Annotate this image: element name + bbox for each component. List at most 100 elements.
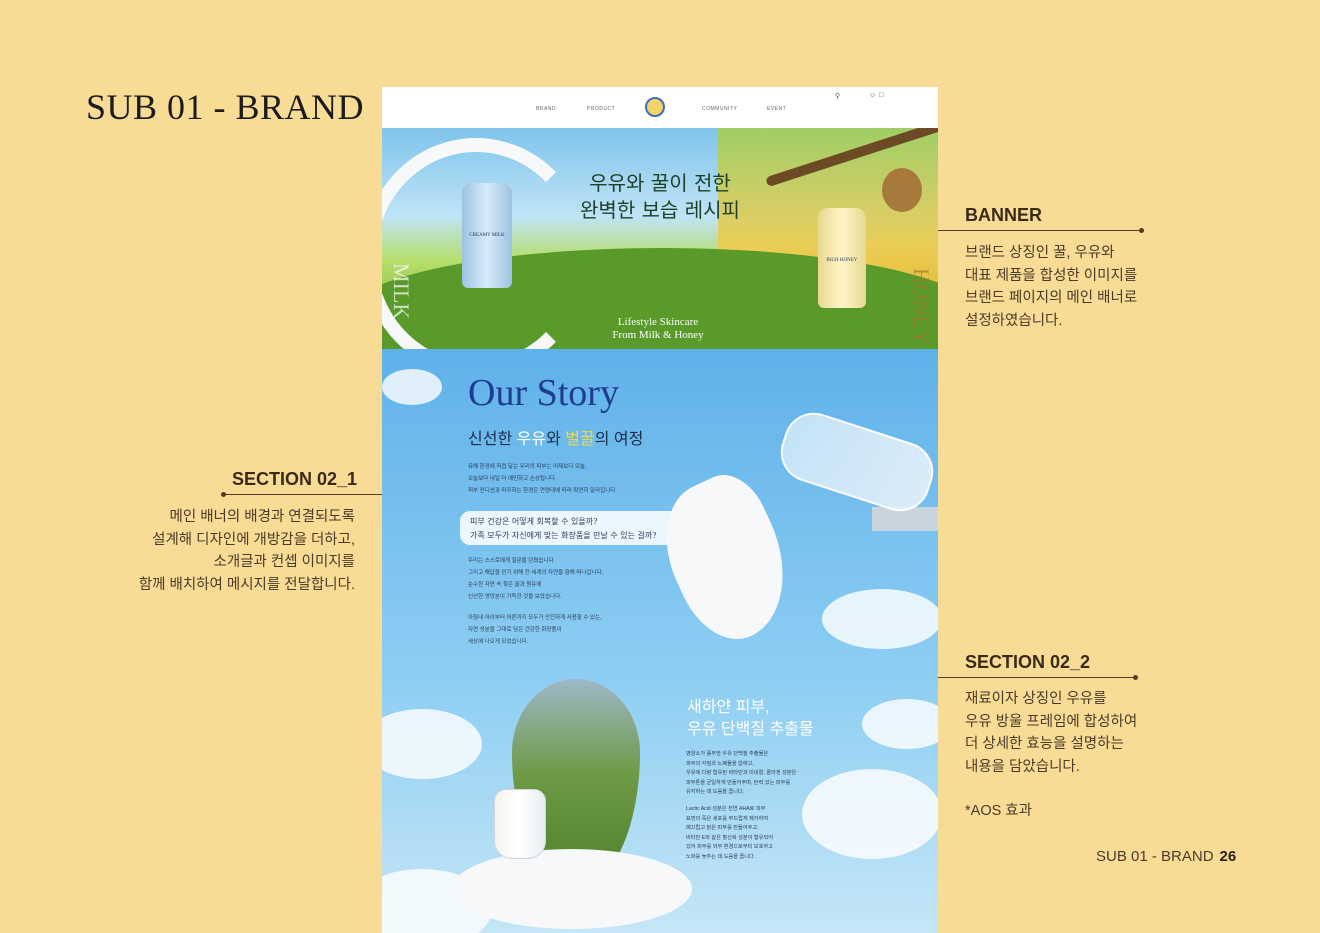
banner-headline: 우유와 꿀이 전한 완벽한 보습 레시피	[570, 170, 750, 224]
feature-line: 매끄럽고 맑은 피부를 만들어주고,	[686, 825, 759, 831]
nav-item-brand[interactable]: BRAND	[536, 106, 556, 112]
footer-section-label: SUB 01 - BRAND	[1096, 848, 1214, 865]
subtitle-honey: 벌꿀	[565, 431, 595, 448]
story-paragraph-1: 유해 환경에 직접 닿는 우리의 피부는 어제보다 오늘, 오늘보다 내일 더 …	[468, 461, 617, 497]
feature-text-1: 영양소가 풍부한 우유 단백질 추출물은 피부의 각질과 노폐물을 없애고, 우…	[686, 750, 796, 798]
paragraph-line: 그리고 해답을 얻기 위해 전 세계의 자연을 향해 떠나갑니다.	[468, 570, 604, 576]
annotation-banner-title: BANNER	[965, 205, 1043, 225]
main-banner: CREAMY MILK RICH HONEY 우유와 꿀이 전한 완벽한 보습 …	[382, 128, 938, 349]
feature-title-line2: 우유 단백질 추출물	[687, 721, 814, 738]
feature-text-2: Lactic Acid 성분은 천연 AHA로 피부 표면의 죽은 세포를 부드…	[686, 805, 773, 862]
beehive-icon	[882, 168, 922, 212]
paragraph-line: 세상에 나오게 되었습니다.	[468, 639, 529, 645]
cart-icon[interactable]: □	[879, 92, 883, 99]
feature-line: 노화를 늦추는 데 도움을 줍니다.	[686, 853, 756, 860]
banner-headline-line2: 완벽한 보습 레시피	[580, 198, 740, 222]
cloud	[862, 699, 938, 749]
annotation-banner-dot	[1139, 228, 1144, 233]
brand-logo-icon[interactable]	[645, 97, 665, 117]
site-nav: BRAND PRODUCT COMMUNITY EVENT ⚲ ☺ □	[382, 87, 938, 129]
banner-headline-line1: 우유와 꿀이 전한	[589, 171, 731, 195]
cloud	[802, 769, 938, 859]
user-icon[interactable]: ☺	[869, 92, 876, 99]
story-title: Our Story	[468, 372, 619, 414]
story-subtitle: 신선한 우유와 벌꿀의 여정	[468, 425, 643, 449]
annotation-section-02-2-title: SECTION 02_2	[965, 652, 1091, 672]
annotation-section-02-2-leader-line	[938, 677, 1135, 678]
subtitle-part: 의 여정	[594, 431, 644, 448]
banner-tagline-line2: From Milk & Honey	[612, 329, 704, 341]
bottle-label: RICH HONEY	[826, 258, 858, 263]
nav-item-event[interactable]: EVENT	[767, 106, 786, 112]
paragraph-line: 피부 컨디션과 마주하는 환경은 연령대에 따라 확연히 달라집니다.	[468, 488, 617, 494]
annotation-section-02-2-dot	[1133, 675, 1138, 680]
annotation-line: 함께 배치하여 메시지를 전달합니다.	[138, 576, 355, 593]
subtitle-part: 와	[546, 431, 566, 448]
feature-line: 있어 피부를 외부 환경으로부터 보호하고	[686, 844, 773, 850]
subtitle-milk: 우유	[516, 431, 547, 448]
page-title: SUB 01 - BRAND	[86, 87, 365, 127]
feature-title: 새하얀 피부, 우유 단백질 추출물	[687, 697, 814, 741]
feature-line: 피부톤을 균일하게 만들어주며, 탄력 있는 피부를	[686, 779, 791, 786]
milk-pour-splash	[643, 463, 811, 655]
story-paragraph-3: 아침내 아이부터 어른까지 모두가 안전하게 사용할 수 있는, 자연 성분을 …	[468, 612, 602, 648]
paragraph-line: 신선한 영양분이 가득한 것을 보았습니다.	[468, 594, 562, 600]
annotation-section-02-1-leader-line	[224, 494, 382, 495]
page-footer: SUB 01 - BRAND 26	[1096, 848, 1236, 865]
feature-line: Lactic Acid 성분은 천연 AHA로 피부	[686, 806, 766, 812]
website-mockup: BRAND PRODUCT COMMUNITY EVENT ⚲ ☺ □ CREA…	[382, 87, 938, 933]
annotation-banner-leader-line	[938, 230, 1141, 231]
milk-jug	[494, 789, 546, 859]
annotation-spacer	[965, 778, 1137, 800]
annotation-section-02-1-title: SECTION 02_1	[232, 469, 358, 489]
story-paragraph-2: 우리는 스스로에게 질문을 던졌습니다. 그리고 해답을 얻기 위해 전 세계의…	[468, 555, 603, 603]
cloud	[382, 369, 442, 405]
search-icon[interactable]: ⚲	[835, 92, 840, 100]
rich-honey-bottle: RICH HONEY	[818, 208, 866, 308]
annotation-note: *AOS 효과	[965, 803, 1032, 819]
feature-line: 우유에 다량 함유된 비타민과 미네랄, 콜라겐 성분은	[686, 770, 797, 776]
annotation-section-02-2-text: 재료이자 상징인 우유를 우유 방울 프레임에 합성하여 더 상세한 효능을 설…	[965, 688, 1137, 823]
page-number: 26	[1219, 848, 1237, 865]
quote-line: 가족 모두가 자신에게 맞는 화장품을 만날 수 있는 걸까?	[470, 531, 657, 540]
paragraph-line: 우리는 스스로에게 질문을 던졌습니다.	[468, 558, 556, 564]
annotation-line: 브랜드 상징인 꿀, 우유와	[965, 245, 1115, 261]
our-story-section: Our Story 신선한 우유와 벌꿀의 여정 유해 환경에 직접 닿는 우리…	[382, 349, 938, 933]
nav-item-community[interactable]: COMMUNITY	[702, 106, 737, 112]
annotation-line: 내용을 담았습니다.	[965, 758, 1080, 775]
creamy-milk-bottle: CREAMY MILK	[462, 183, 512, 288]
feature-line: 표면의 죽은 세포를 부드럽게 제거하여	[686, 815, 769, 822]
annotation-banner-text: 브랜드 상징인 꿀, 우유와 대표 제품을 합성한 이미지를 브랜드 페이지의 …	[965, 242, 1137, 332]
paragraph-line: 오늘보다 내일 더 예민하고 손상됩니다.	[468, 476, 557, 482]
annotation-line: 소개글과 컨셉 이미지를	[213, 554, 355, 570]
milk-splash	[452, 849, 692, 929]
quote-line: 피부 건강은 어떻게 회복할 수 있을까?	[470, 517, 598, 526]
subtitle-part: 신선한	[468, 431, 517, 448]
tilted-milk-glass	[772, 404, 938, 520]
annotation-section-02-1-text: 메인 배너의 배경과 연결되도록 설계해 디자인에 개방감을 더하고, 소개글과…	[120, 506, 355, 596]
annotation-line: 재료이자 상징인 우유를	[965, 691, 1107, 707]
annotation-line: 우유 방울 프레임에 합성하여	[965, 713, 1138, 730]
banner-tagline-line1: Lifestyle Skincare	[617, 316, 699, 328]
annotation-line: 설계해 디자인에 개방감을 더하고,	[152, 531, 355, 548]
annotation-section-02-1-dot	[221, 492, 226, 497]
paragraph-line: 아침내 아이부터 어른까지 모두가 안전하게 사용할 수 있는,	[468, 615, 602, 621]
story-quote: 피부 건강은 어떻게 회복할 수 있을까? 가족 모두가 자신에게 맞는 화장품…	[470, 515, 657, 543]
cloud	[822, 589, 938, 649]
cloud	[382, 709, 482, 779]
paragraph-line: 순수한 자연 속 찾은 꿀과 원유에	[468, 582, 542, 588]
annotation-line: 메인 배너의 배경과 연결되도록	[169, 509, 355, 525]
vertical-text-honey: HONEY	[909, 268, 934, 345]
annotation-line: 브랜드 페이지의 메인 배너로	[965, 290, 1138, 306]
annotation-line: 더 상세한 효능을 설명하는	[965, 736, 1124, 752]
bottle-label: CREAMY MILK	[469, 233, 505, 238]
paragraph-line: 유해 환경에 직접 닿는 우리의 피부는 어제보다 오늘,	[468, 464, 587, 470]
feature-line: 영양소가 풍부한 우유 단백질 추출물은	[686, 751, 769, 757]
feature-line: 유지하는 데 도움을 줍니다.	[686, 789, 745, 795]
feature-title-line1: 새하얀 피부,	[687, 699, 770, 716]
annotation-line: 설정하였습니다.	[965, 312, 1063, 329]
vertical-text-milk: MILK	[389, 263, 414, 320]
nav-item-product[interactable]: PRODUCT	[587, 106, 615, 112]
annotation-line: 대표 제품을 합성한 이미지를	[965, 267, 1138, 284]
banner-tagline: Lifestyle Skincare From Milk & Honey	[598, 316, 718, 342]
